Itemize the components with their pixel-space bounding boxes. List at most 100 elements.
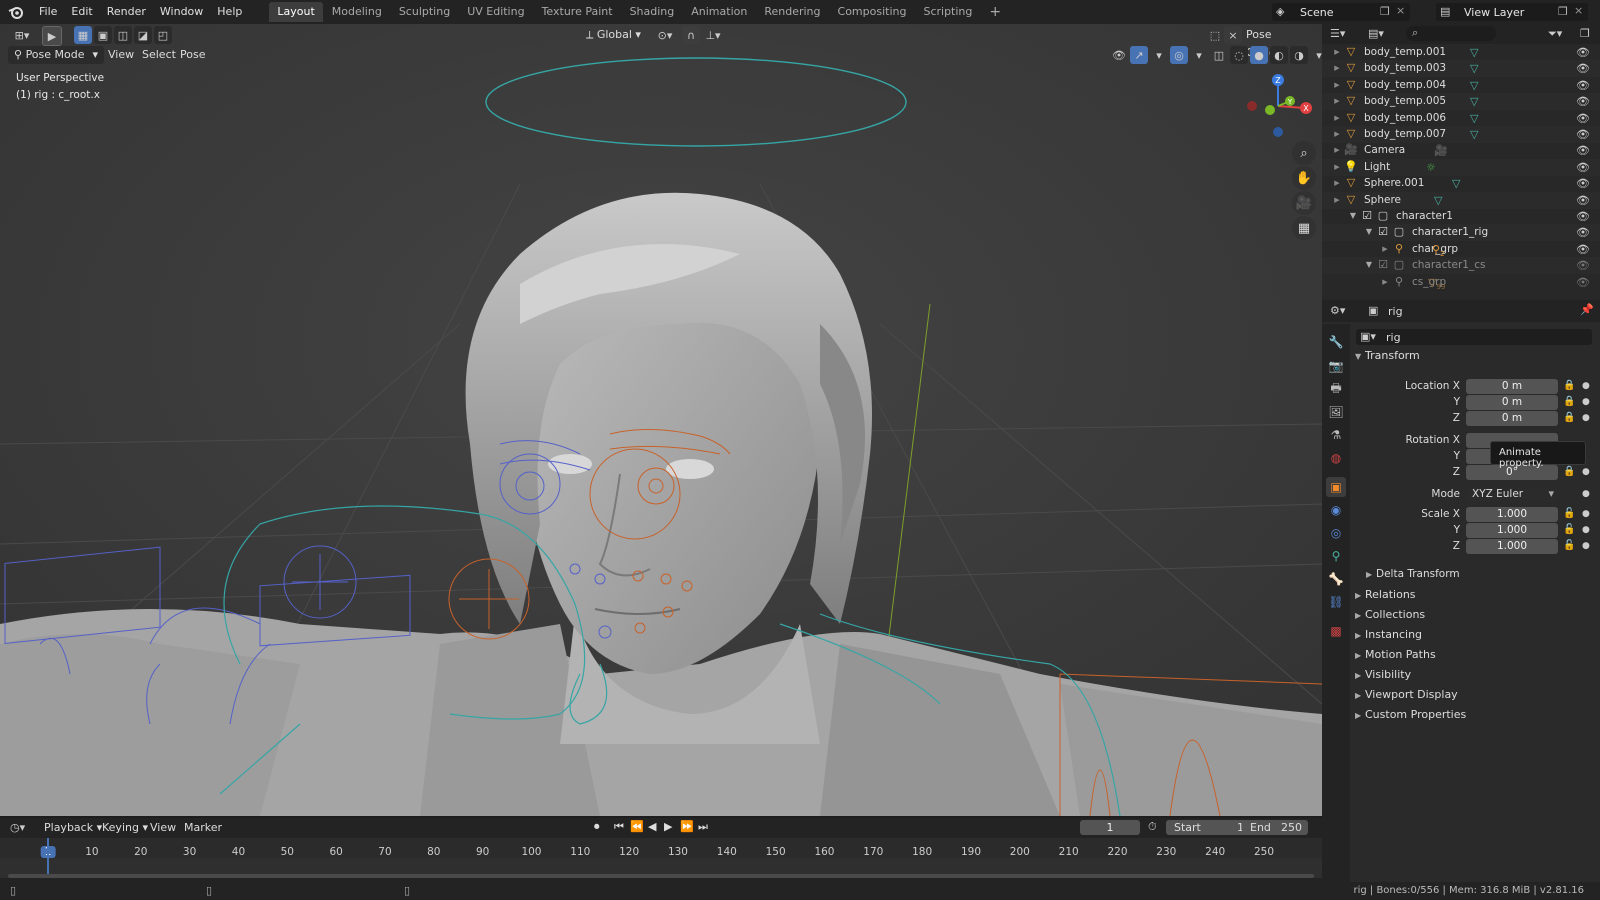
tab-scripting[interactable]: Scripting bbox=[915, 2, 980, 22]
scale-y-lock-icon[interactable]: 🔓 bbox=[1563, 524, 1575, 535]
outliner-row[interactable]: ▼ ☑ ▢ character1 👁 bbox=[1322, 208, 1600, 225]
viewport-display-panel-header[interactable]: ▶ Viewport Display bbox=[1355, 688, 1458, 701]
outliner-editor-icon[interactable]: ☰▾ bbox=[1330, 27, 1345, 40]
ortho-grid-icon[interactable]: ▦ bbox=[1292, 216, 1316, 240]
collapsed-chevron-icon[interactable]: ▶ bbox=[1330, 111, 1344, 125]
copy-scene-icon[interactable]: ❐ bbox=[1380, 5, 1390, 18]
tab-compositing[interactable]: Compositing bbox=[830, 2, 915, 22]
jump-keyframe-forward-icon[interactable]: ⏩ bbox=[680, 820, 694, 833]
properties-editor-icon[interactable]: ⚙▾ bbox=[1330, 304, 1345, 317]
visibility-eye-icon[interactable]: 👁 bbox=[1576, 44, 1590, 61]
visibility-eye-icon[interactable]: 👁 bbox=[1576, 142, 1590, 159]
outliner-row[interactable]: ▶ ▽ Sphere.001 ▽ 👁 bbox=[1322, 175, 1600, 192]
navigation-gizmo[interactable]: Z X Y bbox=[1240, 70, 1320, 150]
gizmo-dropdown-icon[interactable]: ▾ bbox=[1150, 46, 1168, 64]
timeline-ruler[interactable]: 1102030405060708090100110120130140150160… bbox=[0, 838, 1322, 858]
add-workspace-button[interactable]: + bbox=[981, 2, 1009, 22]
scale-y-field[interactable]: 1.000 bbox=[1466, 523, 1558, 538]
visibility-eye-icon[interactable]: 👁 bbox=[1576, 241, 1590, 258]
menu-file[interactable]: File bbox=[32, 0, 64, 24]
tab-animation[interactable]: Animation bbox=[683, 2, 755, 22]
mesh-data-icon[interactable]: ▽ bbox=[1470, 110, 1478, 127]
mesh-data-icon[interactable]: ▽ bbox=[1470, 60, 1478, 77]
location-z-keyframe-icon[interactable]: ● bbox=[1582, 413, 1590, 423]
timeline-scrollbar[interactable] bbox=[8, 874, 1314, 878]
location-x-keyframe-icon[interactable]: ● bbox=[1582, 381, 1590, 391]
viewport-menu-view[interactable]: View bbox=[102, 46, 140, 64]
menu-edit[interactable]: Edit bbox=[64, 0, 99, 24]
collection-checkbox[interactable]: ☑ bbox=[1360, 209, 1374, 223]
menu-window[interactable]: Window bbox=[153, 0, 210, 24]
tab-texture-paint[interactable]: Texture Paint bbox=[534, 2, 621, 22]
location-z-field[interactable]: 0 m bbox=[1466, 411, 1558, 426]
tab-object[interactable]: ▣ bbox=[1326, 477, 1346, 497]
viewport-menu-pose[interactable]: Pose bbox=[174, 46, 211, 64]
timeline-menu-marker[interactable]: Marker bbox=[178, 819, 228, 837]
visibility-eye-icon[interactable]: 👁 bbox=[1576, 110, 1590, 127]
mesh-data-icon[interactable]: ▽ bbox=[1470, 44, 1478, 61]
collapsed-chevron-icon[interactable]: ▶ bbox=[1330, 61, 1344, 75]
play-icon[interactable]: ▶ bbox=[664, 820, 672, 833]
gizmo-toggle-icon[interactable]: ↗ bbox=[1130, 46, 1148, 64]
select-intersect-icon[interactable]: ◰ bbox=[154, 26, 172, 44]
transform-orientation-dropdown[interactable]: ⟂ Global ▾ bbox=[580, 26, 647, 44]
mesh-data-icon[interactable]: ▽ bbox=[1470, 93, 1478, 110]
material-shading-icon[interactable]: ◐ bbox=[1270, 46, 1288, 64]
visibility-eye-icon[interactable]: 👁 bbox=[1576, 224, 1590, 241]
light-data-icon[interactable]: ☼ bbox=[1426, 159, 1436, 176]
tab-output[interactable]: 🖶 bbox=[1326, 379, 1346, 399]
custom-properties-panel-header[interactable]: ▶ Custom Properties bbox=[1355, 708, 1466, 721]
scale-z-lock-icon[interactable]: 🔓 bbox=[1563, 540, 1575, 551]
mesh-children-badge[interactable]: ▽99 bbox=[1428, 274, 1445, 296]
location-y-lock-icon[interactable]: 🔒 bbox=[1563, 396, 1575, 407]
close-scene-icon[interactable]: × bbox=[1396, 4, 1405, 17]
collapsed-chevron-icon[interactable]: ▶ bbox=[1330, 94, 1344, 108]
object-origins-icon[interactable]: ⬚ bbox=[1206, 26, 1224, 44]
location-y-field[interactable]: 0 m bbox=[1466, 395, 1558, 410]
mesh-data-icon[interactable]: ▽ bbox=[1470, 77, 1478, 94]
copy-view-layer-icon[interactable]: ❐ bbox=[1558, 5, 1568, 18]
mesh-data-icon[interactable]: ▽ bbox=[1452, 175, 1460, 192]
collapsed-chevron-icon[interactable]: ▶ bbox=[1378, 275, 1392, 289]
collapsed-chevron-icon[interactable]: ▶ bbox=[1330, 45, 1344, 59]
visibility-eye-icon[interactable]: 👁 bbox=[1576, 192, 1590, 209]
collapsed-chevron-icon[interactable]: ▶ bbox=[1330, 176, 1344, 190]
camera-data-icon[interactable]: 🎥 bbox=[1434, 142, 1448, 159]
scale-z-keyframe-icon[interactable]: ● bbox=[1582, 541, 1590, 551]
transform-panel-header[interactable]: ▼ Transform bbox=[1355, 349, 1420, 362]
wireframe-shading-icon[interactable]: ◌ bbox=[1230, 46, 1248, 64]
start-frame-field[interactable]: Start 1 bbox=[1166, 820, 1252, 835]
close-view-layer-icon[interactable]: × bbox=[1574, 4, 1583, 17]
visibility-icon[interactable]: 👁 bbox=[1110, 46, 1128, 64]
play-reverse-icon[interactable]: ◀ bbox=[648, 820, 656, 833]
mesh-data-icon[interactable]: ▽ bbox=[1470, 126, 1478, 143]
outliner-search-input[interactable]: ⌕ bbox=[1406, 26, 1496, 41]
expand-chevron-icon[interactable]: ▼ bbox=[1362, 258, 1376, 272]
tab-sculpting[interactable]: Sculpting bbox=[391, 2, 458, 22]
pan-hand-icon[interactable]: ✋ bbox=[1292, 166, 1316, 190]
overlays-icon[interactable]: ◎ bbox=[1170, 46, 1188, 64]
visibility-eye-icon[interactable]: 👁 bbox=[1576, 175, 1590, 192]
collapsed-chevron-icon[interactable]: ▶ bbox=[1330, 160, 1344, 174]
end-frame-field[interactable]: End 250 bbox=[1242, 820, 1308, 835]
visibility-eye-icon[interactable]: 👁 bbox=[1576, 126, 1590, 143]
visibility-eye-icon[interactable]: 👁 bbox=[1576, 274, 1590, 291]
select-invert-icon[interactable]: ◪ bbox=[134, 26, 152, 44]
tab-modifiers[interactable]: ◉ bbox=[1326, 500, 1346, 520]
blender-logo-icon[interactable] bbox=[6, 2, 26, 22]
outliner-row[interactable]: ▼ ☑ ▢ character1_cs 👁 bbox=[1322, 257, 1600, 275]
tab-texture[interactable]: ▩ bbox=[1326, 621, 1346, 641]
solid-shading-icon[interactable]: ● bbox=[1250, 46, 1268, 64]
camera-view-icon[interactable]: 🎥 bbox=[1292, 191, 1316, 215]
visibility-eye-icon[interactable]: 👁 bbox=[1576, 159, 1590, 176]
outliner-row[interactable]: ▶ ▽ body_temp.007 ▽ 👁 bbox=[1322, 126, 1600, 143]
mode-selector[interactable]: ⚲ Pose Mode ▾ bbox=[8, 46, 104, 64]
collapsed-chevron-icon[interactable]: ▶ bbox=[1330, 143, 1344, 157]
jump-start-icon[interactable]: ⏮ bbox=[614, 820, 624, 834]
jump-keyframe-back-icon[interactable]: ⏪ bbox=[630, 820, 644, 833]
visibility-eye-icon[interactable]: 👁 bbox=[1576, 257, 1590, 274]
collapsed-chevron-icon[interactable]: ▶ bbox=[1330, 78, 1344, 92]
delta-transform-subpanel[interactable]: ▶ Delta Transform bbox=[1366, 568, 1460, 580]
snap-target-icon[interactable]: ⊥▾ bbox=[700, 26, 726, 44]
location-x-lock-icon[interactable]: 🔒 bbox=[1563, 380, 1575, 391]
